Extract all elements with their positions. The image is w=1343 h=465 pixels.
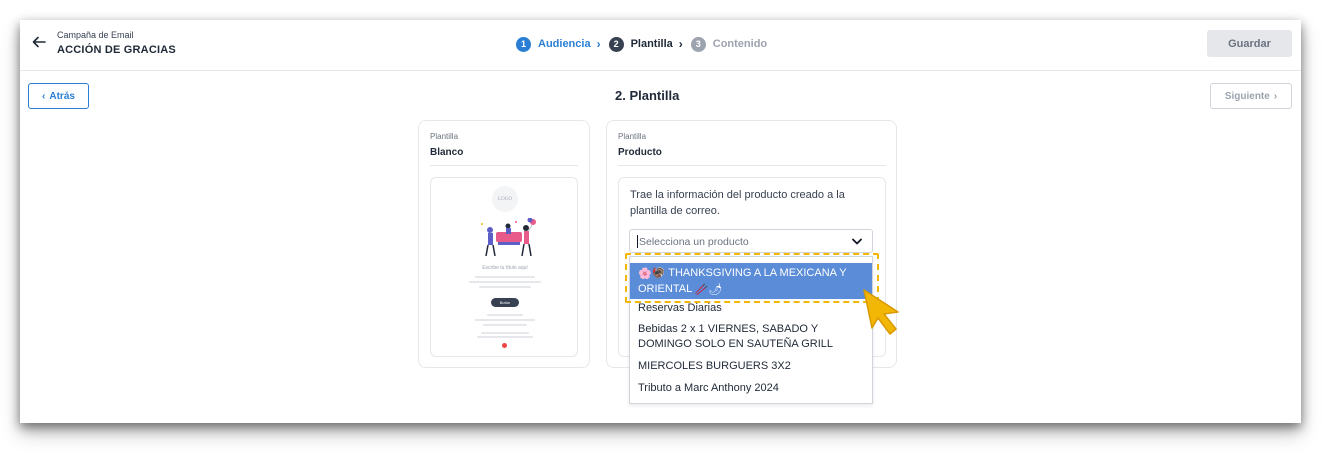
preview-text-line [469,281,541,283]
section-title: 2. Plantilla [615,88,680,103]
template-kicker: Plantilla [618,132,647,141]
next-button[interactable]: Siguiente › [1210,83,1292,109]
preview-heading: Escribe tu título aquí [482,265,528,271]
top-header: Campaña de Email ACCIÓN DE GRACIAS 1 Aud… [20,20,1301,71]
next-button-label: Siguiente [1224,90,1270,102]
annotation-highlight-frame [625,253,879,303]
preview-footer-line [477,336,533,338]
screenshot-stage: Campaña de Email ACCIÓN DE GRACIAS 1 Aud… [0,0,1343,465]
step-number: 1 [516,36,531,52]
app-window: Campaña de Email ACCIÓN DE GRACIAS 1 Aud… [20,20,1301,423]
step-number: 3 [690,36,706,52]
campaign-title: ACCIÓN DE GRACIAS [57,44,176,56]
template-name: Producto [618,147,662,158]
step-label: Audiencia [538,38,591,50]
preview-footer-line [487,314,523,316]
chevron-right-icon: › [678,37,683,51]
campaign-type: Campaña de Email [57,30,134,40]
preview-text-line [479,286,531,288]
step-plantilla[interactable]: 2 Plantilla › [608,36,691,52]
chevron-right-icon: › [1273,90,1278,102]
template-name: Blanco [430,147,464,158]
chevron-right-icon: › [596,37,601,51]
template-preview[interactable]: LOGO Escribe tu título aquí Botón [430,177,578,357]
back-arrow-icon[interactable] [31,34,47,50]
pointer-hand-icon [863,289,899,335]
step-audiencia[interactable]: 1 Audiencia › [516,36,609,52]
preview-logo: LOGO [492,186,518,212]
product-select[interactable]: Selecciona un producto [629,229,873,253]
preview-footer-line [481,332,529,334]
divider [430,165,578,166]
preview-footer-line [475,319,535,321]
template-description: Trae la información del producto creado … [630,189,845,217]
save-button[interactable]: Guardar [1207,30,1292,57]
wizard-steps: 1 Audiencia › 2 Plantilla › 3 Contenido [516,36,773,52]
product-option-bebidas[interactable]: Bebidas 2 x 1 VIERNES, SABADO Y DOMINGO … [630,322,872,352]
product-option-tributo[interactable]: Tributo a Marc Anthony 2024 [630,381,872,396]
template-card-blanco[interactable]: Plantilla Blanco LOGO Escribe tu título … [418,120,590,368]
product-select-placeholder: Selecciona un producto [639,236,749,248]
back-button[interactable]: ‹ Atrás [28,83,89,109]
preview-text-line [475,276,535,278]
step-label: Contenido [712,38,768,50]
preview-brand-dot [502,343,507,348]
product-option-reservas[interactable]: Reservas Diarias [630,301,872,316]
divider [618,165,886,166]
preview-button: Botón [491,298,519,307]
preview-footer-line [483,324,527,326]
back-button-label: Atrás [49,90,75,102]
step-label: Plantilla [630,38,673,50]
text-caret [637,235,638,248]
chevron-down-icon[interactable] [852,238,862,246]
template-kicker: Plantilla [430,132,459,141]
chevron-left-icon: ‹ [42,90,46,102]
step-contenido[interactable]: 3 Contenido [690,36,773,52]
step-number: 2 [608,36,624,52]
celebration-illustration-icon [481,218,536,257]
product-option-burguers[interactable]: MIERCOLES BURGUERS 3X2 [630,359,872,374]
